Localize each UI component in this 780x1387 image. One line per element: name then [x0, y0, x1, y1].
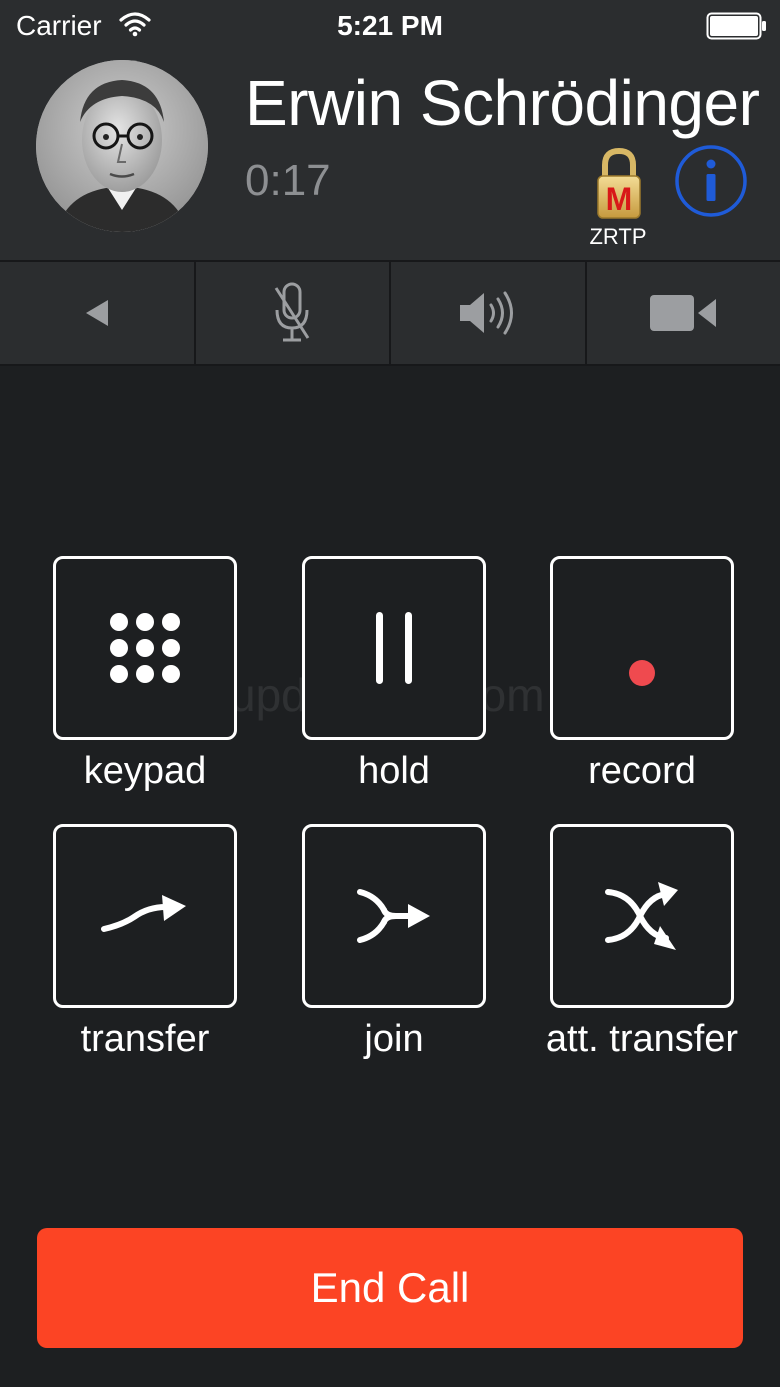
call-control-bar [0, 262, 780, 366]
join-button[interactable] [302, 824, 486, 1008]
in-call-screen: Carrier 5:21 PM Erwin Schrödinger 0:17 M… [0, 0, 780, 1387]
zrtp-label: ZRTP [589, 224, 647, 249]
info-icon[interactable] [674, 144, 748, 218]
record-dot-icon [629, 660, 655, 686]
end-call-button[interactable]: End Call [37, 1228, 743, 1348]
microphone-muted-icon [274, 282, 310, 342]
hold-label: hold [358, 750, 430, 792]
back-button[interactable] [0, 262, 196, 364]
hold-button[interactable] [302, 556, 486, 740]
call-duration: 0:17 [245, 156, 331, 205]
status-bar: Carrier 5:21 PM [0, 0, 780, 52]
status-time: 5:21 PM [337, 10, 443, 41]
record-label: record [588, 750, 696, 792]
video-camera-icon [650, 295, 717, 331]
join-label: join [364, 1018, 424, 1060]
padlock-icon: M [597, 148, 641, 219]
keypad-button[interactable] [53, 556, 237, 740]
contact-name: Erwin Schrödinger [245, 67, 760, 139]
lock-letter: M [606, 181, 633, 217]
mute-button[interactable] [196, 262, 391, 364]
att-transfer-label: att. transfer [545, 1018, 739, 1060]
att-transfer-button[interactable] [550, 824, 734, 1008]
merge-arrow-icon [357, 889, 430, 943]
zrtp-security-badge[interactable]: M ZRTP [578, 148, 660, 254]
transfer-arrow-icon [101, 895, 186, 932]
pause-icon [376, 612, 412, 684]
transfer-label: transfer [80, 1018, 210, 1060]
call-header: Erwin Schrödinger 0:17 M ZRTP [0, 52, 780, 262]
shuffle-arrows-icon [605, 882, 678, 950]
keypad-icon [110, 613, 180, 683]
speaker-button[interactable] [391, 262, 587, 364]
record-button[interactable] [550, 556, 734, 740]
video-button[interactable] [587, 262, 780, 364]
triangle-left-icon [85, 300, 108, 326]
keypad-label: keypad [83, 750, 207, 792]
transfer-button[interactable] [53, 824, 237, 1008]
contact-avatar [36, 60, 208, 232]
battery-icon [706, 12, 766, 40]
speaker-icon [459, 291, 513, 335]
